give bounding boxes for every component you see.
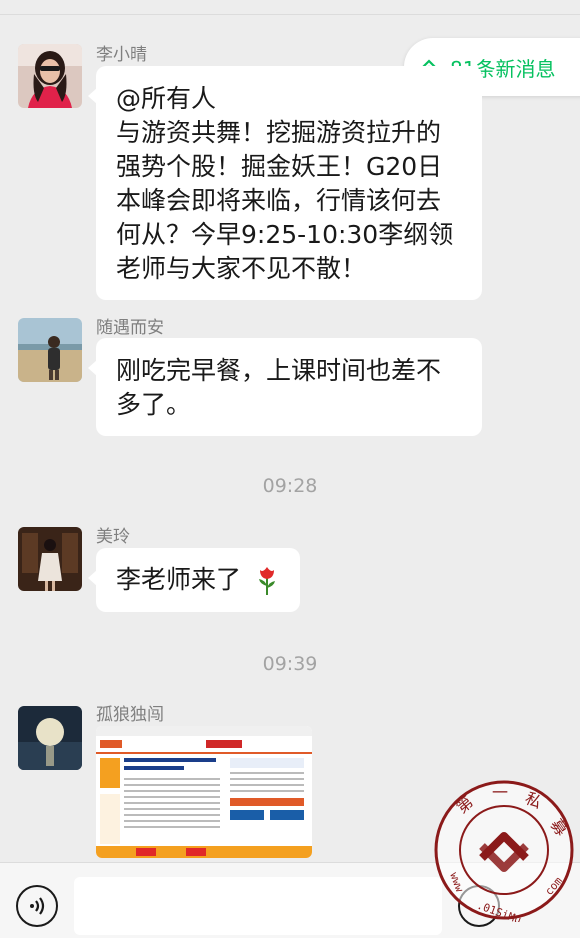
image-message[interactable]: [96, 726, 312, 858]
message-bubble[interactable]: 李老师来了: [88, 548, 300, 612]
avatar[interactable]: [18, 527, 82, 591]
message-text: 多了。: [116, 390, 192, 419]
sender-name: 孤狼独闯: [96, 705, 164, 725]
watermark-stamp: 第 一 私 募 www .01SiMu. com: [432, 778, 576, 929]
message-input[interactable]: [74, 877, 442, 935]
timestamp: 09:28: [262, 475, 318, 497]
message-text: 本峰会即将来临，行情该何去: [116, 186, 442, 215]
message-text: 刚吃完早餐，上课时间也差不: [116, 356, 442, 385]
message-text: 何从？今早9:25-10:30李纲领: [116, 220, 454, 249]
rose-emoji-icon: [259, 567, 275, 595]
avatar[interactable]: [18, 318, 82, 382]
svg-text:一: 一: [492, 783, 508, 802]
sender-name: 美玲: [96, 527, 130, 547]
message-bubble[interactable]: @所有人 与游资共舞！挖掘游资拉升的 强势个股！掘金妖王！G20日 本峰会即将来…: [88, 66, 482, 300]
avatar[interactable]: [18, 44, 82, 108]
message-text: 与游资共舞！挖掘游资拉升的: [116, 118, 442, 147]
message-text: 老师与大家不见不散！: [116, 254, 367, 283]
message-text: 李老师来了: [116, 565, 242, 594]
sender-name: 李小晴: [96, 45, 147, 65]
message-text: 强势个股！掘金妖王！G20日: [116, 152, 443, 181]
message-bubble[interactable]: 刚吃完早餐，上课时间也差不 多了。: [88, 338, 482, 436]
message-text: @所有人: [116, 84, 217, 113]
top-divider: [0, 14, 580, 15]
avatar[interactable]: [18, 706, 82, 770]
timestamp: 09:39: [262, 653, 318, 675]
voice-icon[interactable]: [16, 885, 58, 927]
sender-name: 随遇而安: [96, 318, 164, 338]
